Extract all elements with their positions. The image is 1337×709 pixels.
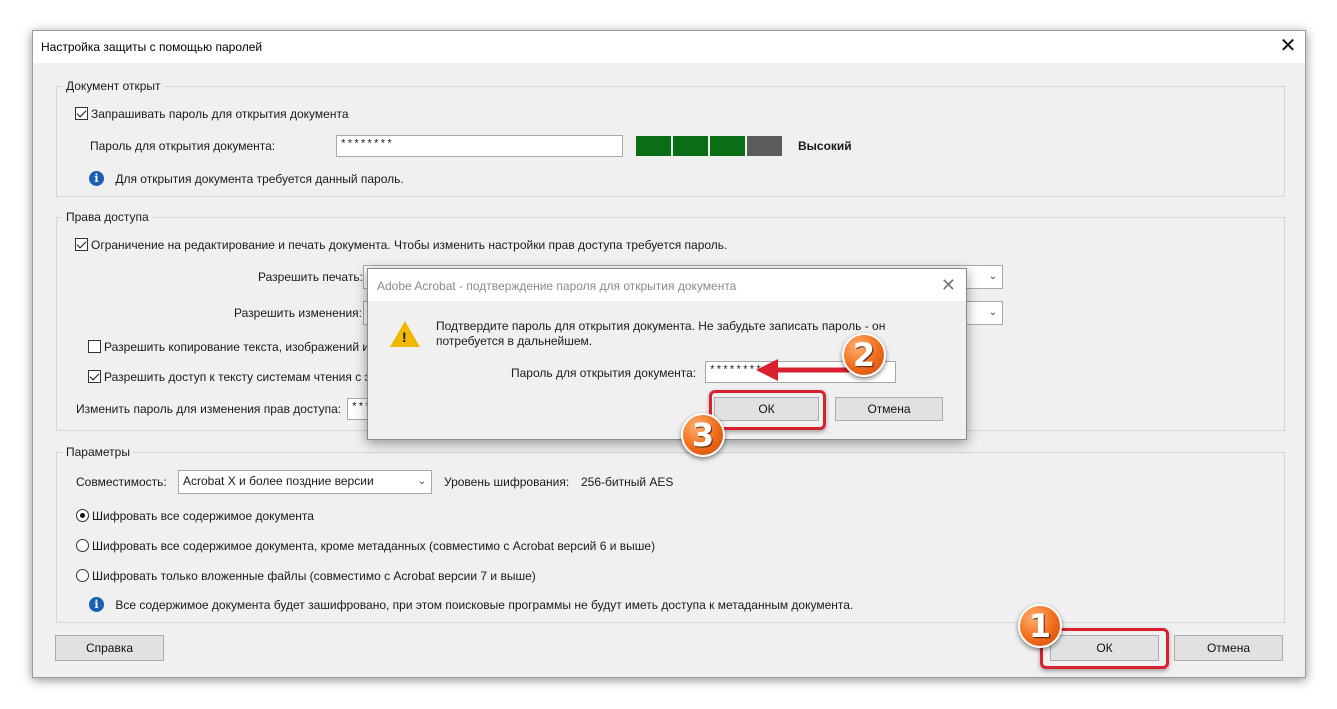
radio-encrypt-attachments-row[interactable]: Шифровать только вложенные файлы (совмес…	[76, 568, 536, 583]
cancel-button[interactable]: Отмена	[1174, 635, 1283, 661]
dialog-title: Adobe Acrobat - подтверждение пароля для…	[377, 279, 737, 293]
strength-segment	[710, 136, 745, 156]
radio-encrypt-all-row[interactable]: Шифровать все содержимое документа	[76, 508, 314, 523]
copy-checkbox-row[interactable]: Разрешить копирование текста, изображени…	[88, 339, 369, 354]
restrict-checkbox-row[interactable]: Ограничение на редактирование и печать д…	[75, 237, 727, 252]
open-password-field[interactable]: ********	[336, 135, 623, 157]
print-label: Разрешить печать:	[258, 270, 363, 284]
radio-encrypt-except-metadata-row[interactable]: Шифровать все содержимое документа, кром…	[76, 538, 655, 553]
access-label: Разрешить доступ к тексту системам чтени…	[104, 369, 376, 384]
strength-segment	[636, 136, 671, 156]
chevron-down-icon: ⌄	[988, 307, 998, 318]
info-icon: i	[89, 171, 104, 186]
strength-segment	[747, 136, 782, 156]
access-checkbox-row[interactable]: Разрешить доступ к тексту системам чтени…	[88, 369, 376, 384]
dialog-password-label: Пароль для открытия документа:	[511, 366, 697, 380]
require-password-checkbox-row[interactable]: Запрашивать пароль для открытия документ…	[75, 106, 349, 121]
strength-segment	[673, 136, 708, 156]
compatibility-label: Совместимость:	[76, 475, 167, 489]
permissions-legend: Права доступа	[66, 210, 149, 224]
radio-encrypt-attachments[interactable]	[76, 569, 89, 583]
warning-icon-mark: !	[402, 329, 407, 345]
copy-label: Разрешить копирование текста, изображени…	[104, 339, 370, 354]
step-badge-1: 1	[1018, 604, 1062, 648]
encryption-level-value: 256-битный AES	[581, 475, 674, 489]
window-titlebar: Настройка защиты с помощью паролей ✕	[33, 31, 1305, 63]
compatibility-select[interactable]: Acrobat X и более поздние версии ⌄	[178, 470, 432, 494]
radio-encrypt-all[interactable]	[76, 509, 89, 523]
password-strength-meter	[636, 136, 782, 156]
window-title: Настройка защиты с помощью паролей	[41, 40, 263, 54]
params-info-text: Все содержимое документа будет зашифрова…	[115, 597, 854, 612]
open-info-row: i Для открытия документа требуется данны…	[89, 171, 404, 186]
params-info-row: i Все содержимое документа будет зашифро…	[89, 597, 853, 612]
step-badge-2: 2	[842, 333, 886, 377]
radio-encrypt-all-label: Шифровать все содержимое документа	[92, 508, 314, 523]
step-badge-3: 3	[681, 413, 725, 457]
require-password-label: Запрашивать пароль для открытия документ…	[91, 106, 349, 121]
open-password-label: Пароль для открытия документа:	[90, 139, 276, 153]
dialog-titlebar: Adobe Acrobat - подтверждение пароля для…	[368, 269, 966, 301]
info-icon: i	[89, 597, 104, 612]
chevron-down-icon: ⌄	[988, 271, 998, 282]
require-password-checkbox[interactable]	[75, 107, 88, 121]
dialog-ok-highlight-frame	[709, 390, 826, 430]
document-open-legend: Документ открыт	[66, 79, 161, 93]
access-checkbox[interactable]	[88, 370, 101, 384]
radio-encrypt-except-metadata-label: Шифровать все содержимое документа, кром…	[92, 538, 656, 553]
radio-encrypt-attachments-label: Шифровать только вложенные файлы (совмес…	[92, 568, 536, 583]
close-icon[interactable]: ✕	[941, 275, 956, 296]
open-info-text: Для открытия документа требуется данный …	[115, 171, 404, 186]
dialog-message-line1: Подтвердите пароль для открытия документ…	[436, 319, 886, 333]
dialog-message-line2: потребуется в дальнейшем.	[436, 334, 593, 348]
compatibility-value: Acrobat X и более поздние версии	[183, 474, 374, 488]
encryption-level-label: Уровень шифрования:	[444, 475, 570, 489]
strength-label: Высокий	[798, 139, 852, 153]
copy-checkbox[interactable]	[88, 340, 101, 354]
restrict-checkbox[interactable]	[75, 238, 88, 252]
restrict-label: Ограничение на редактирование и печать д…	[91, 237, 728, 252]
chevron-down-icon: ⌄	[417, 476, 427, 487]
dialog-cancel-button[interactable]: Отмена	[835, 397, 943, 421]
radio-encrypt-except-metadata[interactable]	[76, 539, 89, 553]
changes-label: Разрешить изменения:	[234, 306, 362, 320]
parameters-legend: Параметры	[66, 445, 130, 459]
help-button[interactable]: Справка	[55, 635, 164, 661]
close-icon[interactable]: ✕	[1271, 31, 1305, 63]
change-permissions-password-label: Изменить пароль для изменения прав досту…	[76, 402, 342, 416]
